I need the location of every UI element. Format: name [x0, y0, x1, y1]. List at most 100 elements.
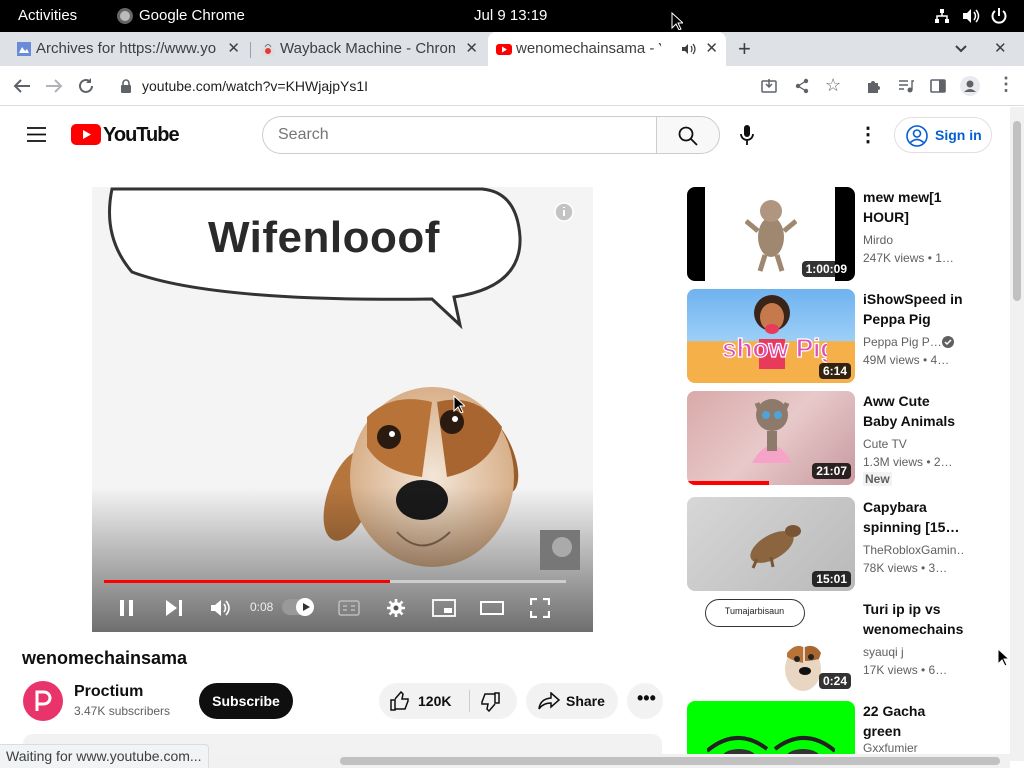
- recommendation-title[interactable]: Turi ip ip vs wenomechainsa…: [863, 599, 963, 639]
- scrollbar-thumb[interactable]: [340, 757, 1000, 765]
- close-tab-icon[interactable]: ✕: [705, 39, 718, 57]
- settings-more-icon[interactable]: ⋮: [858, 122, 878, 147]
- pause-icon[interactable]: [119, 599, 135, 617]
- new-tab-icon[interactable]: +: [738, 36, 751, 62]
- current-time: 0:08: [250, 600, 274, 614]
- tab-archives[interactable]: Archives for https://www.youtube.com/wat…: [8, 32, 248, 66]
- volume-icon[interactable]: [210, 598, 232, 618]
- search-input[interactable]: Search: [262, 116, 658, 154]
- dislike-button[interactable]: [470, 683, 517, 719]
- mouse-cursor-icon: [453, 395, 465, 413]
- progress-bar[interactable]: [104, 580, 566, 583]
- recommendation-title[interactable]: iShowSpeed in Peppa Pig: [863, 289, 963, 329]
- extensions-icon[interactable]: [866, 78, 882, 94]
- reload-icon[interactable]: [77, 77, 95, 95]
- app-menu[interactable]: Google Chrome: [139, 7, 245, 24]
- chrome-icon: [117, 8, 133, 24]
- channel-name[interactable]: Proctium: [74, 683, 143, 701]
- subscribe-button[interactable]: Subscribe: [199, 683, 293, 719]
- browser-toolbar: youtube.com/watch?v=KHWjajpYs1I ☆ ⋮: [0, 66, 1024, 106]
- close-tab-icon[interactable]: ✕: [465, 39, 478, 57]
- recommendation-channel[interactable]: syauqi j: [863, 645, 904, 659]
- recommendation-item[interactable]: Tumajarbisaun 0:24 Turi ip ip vs wenomec…: [687, 599, 997, 693]
- recommendation-meta: 247K views • 1…: [863, 251, 954, 265]
- more-horiz-icon: •••: [637, 688, 656, 708]
- caption-text: Wifenlooof: [208, 213, 440, 262]
- tab-youtube[interactable]: wenomechainsama - YouTube ✕: [488, 32, 726, 66]
- activities-button[interactable]: Activities: [18, 7, 77, 24]
- youtube-favicon-icon: [496, 44, 512, 55]
- recommendation-title[interactable]: Aww Cute Baby Animals Vide…: [863, 391, 963, 431]
- subtitles-icon[interactable]: [338, 600, 360, 616]
- address-bar[interactable]: youtube.com/watch?v=KHWjajpYs1I: [108, 70, 848, 102]
- recommendation-title[interactable]: mew mew[1 HOUR]: [863, 187, 963, 227]
- recommendation-title[interactable]: Capybara spinning [15…: [863, 497, 963, 537]
- video-duration: 15:01: [812, 571, 851, 587]
- settings-gear-icon[interactable]: [386, 598, 406, 618]
- video-player[interactable]: Wifenlooof 0:08: [92, 187, 593, 632]
- account-circle-icon: [906, 125, 928, 147]
- video-thumbnail[interactable]: 21:07: [687, 391, 855, 485]
- network-icon[interactable]: [934, 8, 950, 24]
- video-thumbnail[interactable]: [687, 701, 855, 754]
- hamburger-menu-icon[interactable]: [27, 127, 46, 142]
- video-title: wenomechainsama: [22, 648, 188, 668]
- video-duration: 6:14: [818, 363, 851, 379]
- info-icon[interactable]: [554, 202, 574, 222]
- forward-icon[interactable]: [45, 78, 63, 94]
- recommendation-item[interactable]: 1:00:09 mew mew[1 HOUR] Mirdo 247K views…: [687, 187, 997, 281]
- miniplayer-icon[interactable]: [432, 599, 456, 617]
- recommendation-item[interactable]: 21:07 Aww Cute Baby Animals Vide… Cute T…: [687, 391, 997, 486]
- recommendation-item[interactable]: 22 Gacha green screens(… Gxxfumier: [687, 701, 997, 754]
- sign-in-button[interactable]: Sign in: [894, 117, 992, 153]
- close-tab-icon[interactable]: ✕: [227, 39, 240, 57]
- theater-mode-icon[interactable]: [480, 599, 504, 617]
- tab-wayback[interactable]: Wayback Machine - Chrome Web Store ✕: [252, 32, 486, 66]
- fullscreen-icon[interactable]: [530, 598, 550, 618]
- side-panel-icon[interactable]: [930, 78, 946, 94]
- watched-progress: [687, 481, 769, 485]
- media-control-icon[interactable]: [898, 78, 914, 94]
- video-thumbnail[interactable]: I show Pig 6:14: [687, 289, 855, 383]
- recommendation-channel[interactable]: Cute TV: [863, 437, 907, 451]
- volume-icon[interactable]: [962, 8, 980, 24]
- scrollbar-thumb[interactable]: [1013, 121, 1021, 301]
- clock[interactable]: Jul 9 13:19: [474, 7, 547, 24]
- profile-icon[interactable]: [960, 76, 980, 96]
- video-duration: 1:00:09: [801, 261, 851, 277]
- recommendation-channel[interactable]: Gxxfumier: [863, 741, 918, 754]
- recommendation-item[interactable]: 15:01 Capybara spinning [15… TheRobloxGa…: [687, 497, 997, 591]
- lock-icon[interactable]: [120, 79, 132, 93]
- gacha-eyes-thumbnail-icon: [707, 736, 835, 754]
- like-button[interactable]: 120K: [379, 683, 469, 719]
- more-actions-button[interactable]: •••: [627, 683, 663, 719]
- channel-avatar[interactable]: [23, 681, 63, 721]
- bookmark-star-icon[interactable]: ☆: [825, 75, 841, 96]
- autoplay-play-icon: [303, 603, 310, 611]
- recommendation-channel[interactable]: TheRobloxGamin…: [863, 543, 963, 557]
- tab-search-chevron-icon[interactable]: [955, 45, 967, 53]
- video-thumbnail[interactable]: 15:01: [687, 497, 855, 591]
- speech-bubble: Wifenlooof: [100, 187, 520, 292]
- window-close-icon[interactable]: ✕: [994, 39, 1007, 57]
- recommendation-title[interactable]: 22 Gacha green screens(…: [863, 701, 963, 741]
- back-icon[interactable]: [13, 78, 31, 94]
- power-icon[interactable]: [990, 7, 1008, 25]
- recommendation-channel[interactable]: Peppa Pig P…: [863, 335, 942, 349]
- autoplay-toggle[interactable]: [282, 598, 314, 616]
- share-page-icon[interactable]: [794, 78, 810, 94]
- vertical-scrollbar[interactable]: [1010, 107, 1024, 761]
- chrome-menu-icon[interactable]: ⋮: [997, 74, 1015, 95]
- thumbs-up-icon: [390, 691, 409, 711]
- install-app-icon[interactable]: [761, 78, 777, 94]
- recommendation-item[interactable]: I show Pig 6:14 iShowSpeed in Peppa Pig …: [687, 289, 997, 383]
- tab-audio-icon[interactable]: [682, 43, 696, 55]
- video-thumbnail[interactable]: 1:00:09: [687, 187, 855, 281]
- video-thumbnail[interactable]: Tumajarbisaun 0:24: [687, 599, 855, 693]
- recommendation-channel[interactable]: Mirdo: [863, 233, 893, 247]
- voice-search-icon[interactable]: [740, 124, 754, 146]
- search-button[interactable]: [656, 116, 720, 154]
- share-button[interactable]: Share: [526, 683, 618, 719]
- like-dislike-group: 120K: [379, 683, 517, 719]
- next-video-icon[interactable]: [165, 599, 183, 617]
